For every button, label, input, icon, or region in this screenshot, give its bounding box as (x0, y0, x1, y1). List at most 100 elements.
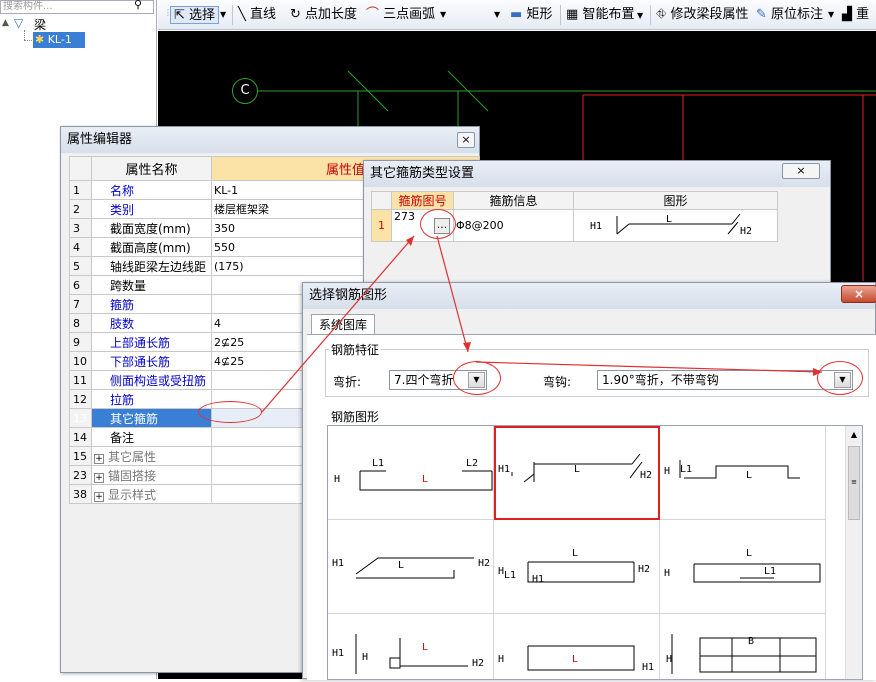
svg-text:L1: L1 (372, 458, 384, 469)
arc-dropdown-arrow-icon[interactable]: ▼ (440, 6, 446, 24)
in-situ-label-button[interactable]: ✎ 原位标注 (756, 6, 823, 24)
property-name: 锚固搭接 (108, 468, 157, 483)
row-number: 5 (69, 256, 92, 276)
tree-search-input[interactable]: 搜索构件... (0, 0, 154, 14)
property-name-cell[interactable]: 侧面构造或受扭筋 (91, 370, 212, 390)
figure-cell: H1 L H2 (573, 209, 778, 242)
rect-icon: ▬ (510, 7, 523, 22)
property-name-cell[interactable]: 上部通长筋 (91, 332, 212, 352)
draw-toolbar: ⋮ ⇱ 选择 ▼ ╲ 直线 ↻ 点加长度 ⌒ 三点画弧 ▼ ▼ ▬ 矩形 ▦ 智… (158, 0, 876, 30)
three-point-arc-button[interactable]: ⌒ 三点画弧 (366, 6, 435, 24)
property-name: 上部通长筋 (110, 335, 171, 350)
row-number-header (371, 191, 392, 210)
select-shape-title: 选择钢筋图形 (303, 283, 875, 309)
tab-system-library[interactable]: 系统图库 (311, 314, 375, 335)
shape-cell[interactable]: H1 L H2 (328, 520, 494, 614)
stirrup-info-value: Φ8@200 (456, 219, 504, 232)
svg-text:H: H (664, 568, 670, 579)
svg-text:H1: H1 (498, 464, 510, 475)
arc-icon: ⌒ (366, 7, 380, 22)
property-name: 截面高度(mm) (110, 240, 191, 255)
shape-cell[interactable]: H L H1 (494, 614, 660, 679)
property-name-cell[interactable]: 其它箍筋 (91, 408, 212, 428)
property-name-cell[interactable]: 轴线距梁左边线距 (91, 256, 212, 276)
scroll-thumb[interactable]: ≡ (848, 446, 860, 520)
row-number: 9 (69, 332, 92, 352)
property-name-cell[interactable]: + 显示样式 (91, 484, 212, 504)
property-editor-close-button[interactable]: × (457, 132, 475, 148)
property-name-cell[interactable]: + 锚固搭接 (91, 465, 212, 485)
svg-text:L1: L1 (764, 566, 776, 577)
select-shape-close-button[interactable]: × (841, 285, 876, 303)
scroll-up-icon[interactable]: ▲ (846, 426, 862, 443)
cursor-icon: ⇱ (174, 8, 185, 23)
svg-text:L1: L1 (680, 464, 692, 475)
tree-connector (24, 30, 25, 40)
hook-select[interactable]: 1.90°弯折，不带弯钩 ▼ (597, 370, 853, 390)
property-name-cell[interactable]: 箍筋 (91, 294, 212, 314)
property-name-cell[interactable]: 截面宽度(mm) (91, 218, 212, 238)
select-dropdown-arrow-icon[interactable]: ▼ (220, 6, 226, 24)
svg-text:L1: L1 (504, 570, 516, 581)
property-name: 名称 (110, 183, 135, 198)
property-name-cell[interactable]: + 其它属性 (91, 446, 212, 466)
expand-plus-icon[interactable]: + (94, 453, 104, 464)
row-number: 12 (69, 389, 92, 409)
row-number: 10 (69, 351, 92, 371)
re-extract-button[interactable]: ▟ 重 (842, 6, 869, 24)
property-name: 箍筋 (110, 297, 135, 312)
modify-segment-button[interactable]: ⛗ 修改梁段属性 (656, 6, 749, 24)
shape-cell[interactable]: H L L1 (660, 520, 826, 614)
svg-text:L: L (572, 654, 578, 665)
collapse-toggle-icon[interactable]: ▲ (2, 18, 9, 28)
svg-text:H: H (666, 654, 672, 665)
bend-select-value: 7.四个弯折 (394, 373, 454, 387)
property-name-cell[interactable]: 下部通长筋 (91, 351, 212, 371)
features-group-label: 钢筋特征 (329, 341, 382, 358)
shape-cell-selected[interactable]: H1 L H2 (494, 426, 660, 520)
search-icon[interactable]: ⚲ (134, 0, 152, 13)
select-button[interactable]: ⇱ 选择 (170, 6, 220, 24)
row-number: 3 (69, 218, 92, 238)
toolbar-dropdown-arrow-icon[interactable]: ▼ (494, 6, 500, 24)
in-situ-dropdown-arrow-icon[interactable]: ▼ (828, 6, 834, 24)
stirrup-figure: H1 L H2 (590, 213, 752, 237)
row-number: 4 (69, 237, 92, 257)
ellipsis-annotation-ellipse (420, 209, 456, 239)
svg-text:L: L (574, 464, 580, 475)
gallery-scrollbar[interactable]: ▲ ≡ (845, 426, 862, 679)
row-number: 1 (371, 209, 392, 242)
shape-cell[interactable]: HB (660, 614, 826, 679)
shape-cell[interactable]: H L1 L2 L (328, 426, 494, 520)
property-name: 肢数 (110, 316, 135, 331)
svg-text:H: H (498, 654, 504, 665)
stirrup-info-cell[interactable]: Φ8@200 (453, 209, 574, 242)
shape-cell[interactable]: H1 L H2 H (328, 614, 494, 679)
expand-plus-icon[interactable]: + (94, 491, 104, 502)
smart-layout-button[interactable]: ▦ 智能布置 ▼ (566, 6, 643, 24)
property-name: 下部通长筋 (110, 354, 171, 369)
property-name-cell[interactable]: 跨数量 (91, 275, 212, 295)
property-name-cell[interactable]: 名称 (91, 180, 212, 200)
tree-item-kl1[interactable]: ✱ KL-1 (33, 32, 85, 48)
svg-text:H1: H1 (332, 558, 344, 569)
svg-text:H2: H2 (640, 470, 652, 481)
expand-plus-icon[interactable]: + (94, 472, 104, 483)
shape-cell[interactable]: H L H2 L1 H1 (494, 520, 660, 614)
property-name-cell[interactable]: 拉筋 (91, 389, 212, 409)
rect-button[interactable]: ▬ 矩形 (510, 6, 552, 24)
tree-item-label: KL-1 (47, 33, 72, 46)
shapes-group-label: 钢筋图形 (329, 408, 382, 425)
property-name: 显示样式 (108, 487, 157, 502)
property-name-cell[interactable]: 备注 (91, 427, 212, 447)
svg-text:H: H (664, 466, 670, 477)
shape-cell[interactable]: H L1 L (660, 426, 826, 520)
point-length-button[interactable]: ↻ 点加长度 (290, 6, 357, 24)
property-name-cell[interactable]: 类别 (91, 199, 212, 219)
property-name-cell[interactable]: 截面高度(mm) (91, 237, 212, 257)
property-name-cell[interactable]: 肢数 (91, 313, 212, 333)
tree-root-label[interactable]: 梁 (34, 16, 46, 33)
line-button[interactable]: ╲ 直线 (238, 6, 276, 24)
svg-text:H1: H1 (590, 221, 602, 232)
other-stirrup-close-button[interactable]: × (782, 163, 820, 179)
